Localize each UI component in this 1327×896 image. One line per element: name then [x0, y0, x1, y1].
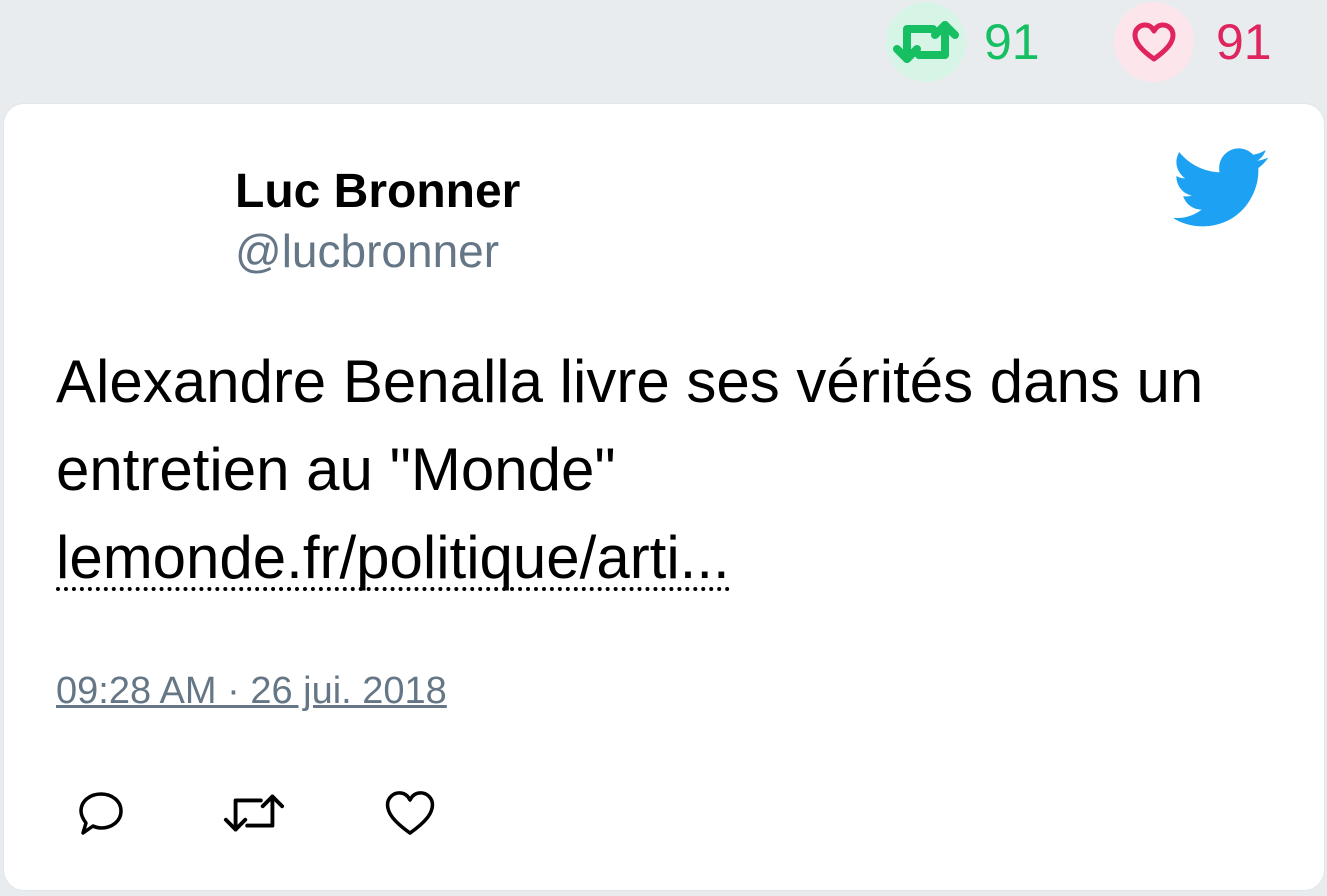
author-name[interactable]: Luc Bronner [235, 164, 520, 219]
retweet-count: 91 [984, 14, 1040, 70]
retweet-button[interactable] [222, 788, 286, 838]
tweet-timestamp[interactable]: 09:28 AM · 26 jui. 2018 [56, 670, 447, 713]
reply-button[interactable] [76, 788, 126, 838]
author-handle[interactable]: @lucbronner [235, 224, 499, 278]
twitter-bird-icon[interactable] [1172, 148, 1270, 233]
like-count: 91 [1216, 14, 1272, 70]
tweet-text: Alexandre Benalla livre ses vérités dans… [56, 338, 1276, 602]
retweet-icon[interactable] [886, 2, 966, 82]
like-stat[interactable]: 91 [1114, 0, 1272, 84]
tweet-card: Luc Bronner @lucbronner Alexandre Benall… [4, 104, 1324, 890]
engagement-bar: 91 91 [0, 0, 1327, 100]
heart-icon [385, 791, 435, 835]
tweet-link[interactable]: lemonde.fr/politique/arti... [56, 528, 730, 591]
tweet-body: Alexandre Benalla livre ses vérités dans… [56, 348, 1204, 503]
retweet-icon [223, 794, 285, 832]
heart-icon[interactable] [1114, 2, 1194, 82]
retweet-stat[interactable]: 91 [886, 0, 1040, 84]
like-button[interactable] [384, 788, 436, 838]
reply-icon [79, 792, 123, 835]
